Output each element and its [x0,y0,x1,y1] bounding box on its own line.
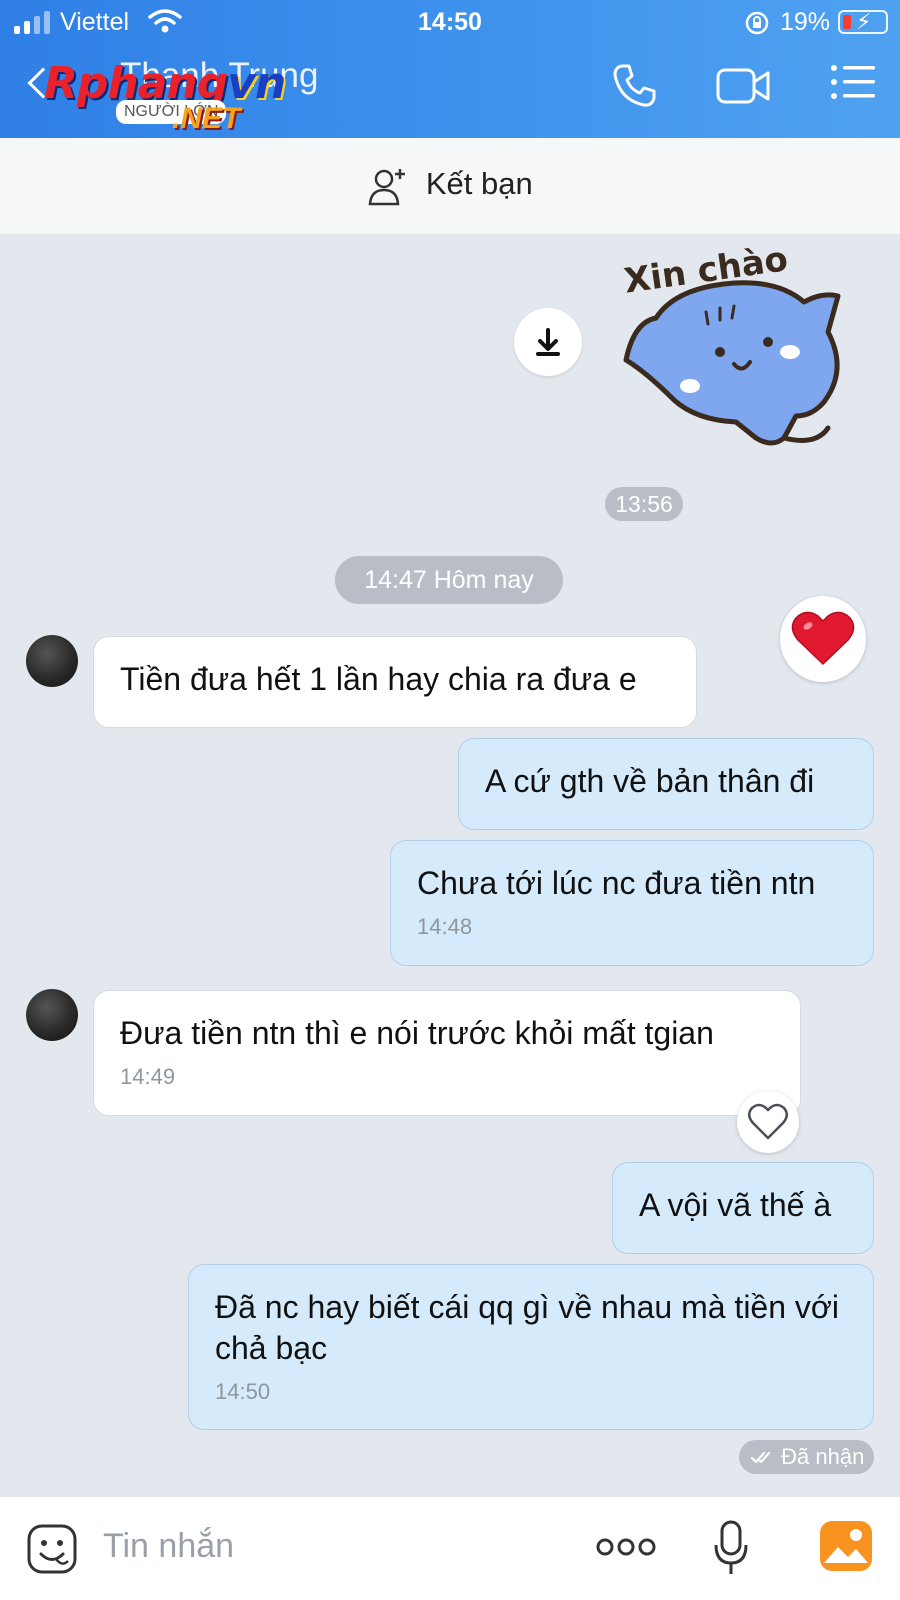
message-bubble-incoming[interactable]: Tiền đưa hết 1 lần hay chia ra đưa e [93,636,697,728]
add-friend-icon [367,166,426,206]
message-input[interactable]: Tin nhắn [103,1527,234,1566]
sticker-timestamp: 13:56 [605,487,683,521]
message-time: 14:48 [417,914,473,939]
double-check-icon [750,1444,781,1469]
message-text: Chưa tới lúc nc đưa tiền ntn [417,865,816,901]
message-text: A vội vã thế à [639,1187,832,1223]
download-button[interactable] [514,308,582,376]
message-text: Tiền đưa hết 1 lần hay chia ra đưa e [120,661,637,697]
message-bubble-outgoing[interactable]: A cứ gth về bản thân đi [458,738,874,830]
phone-icon[interactable] [610,62,658,115]
more-options-icon[interactable] [596,1535,656,1564]
date-separator: 14:47 Hôm nay [335,556,563,604]
message-time: 14:50 [215,1379,271,1404]
delivery-status-label: Đã nhận [781,1444,865,1469]
message-bubble-outgoing[interactable]: A vội vã thế à [612,1162,874,1254]
menu-list-icon[interactable] [830,62,876,107]
rotation-lock-icon [744,10,770,43]
battery-percent: 19% [779,8,830,36]
heart-icon [791,611,855,666]
download-icon [536,328,560,356]
delivery-status: Đã nhận [739,1440,874,1474]
microphone-icon[interactable] [713,1519,749,1582]
video-call-icon[interactable] [715,62,771,115]
reaction-button[interactable] [737,1091,799,1153]
add-friend-bar[interactable]: Kết bạn [0,138,900,234]
status-bar: Viettel 14:50 19% ⚡ [0,0,900,46]
message-text: Đã nc hay biết cái qq gì về nhau mà tiền… [215,1289,839,1366]
message-time: 14:49 [120,1064,176,1089]
image-gallery-icon[interactable] [818,1519,874,1578]
add-friend-label: Kết bạn [425,166,533,202]
message-bubble-incoming[interactable]: Đưa tiền ntn thì e nói trước khỏi mất tg… [93,990,801,1116]
battery-icon: ⚡ [838,9,888,34]
sticker-message[interactable]: Xin chào [616,232,876,462]
avatar[interactable] [26,635,78,687]
reaction-badge[interactable] [780,596,866,682]
chat-header: Viettel 14:50 19% ⚡ Thanh Trung Rphangvn… [0,0,900,138]
heart-outline-icon [748,1103,788,1140]
avatar[interactable] [26,989,78,1041]
message-bubble-outgoing[interactable]: Chưa tới lúc nc đưa tiền ntn 14:48 [390,840,874,966]
sticker-emoji-icon[interactable] [26,1523,78,1580]
message-bubble-outgoing[interactable]: Đã nc hay biết cái qq gì về nhau mà tiền… [188,1264,874,1430]
watermark-logo: Rphangvn NGƯỜI LỚN .NET [44,58,286,135]
message-composer: Tin nhắn [0,1496,900,1600]
message-text: A cứ gth về bản thân đi [485,763,815,799]
message-text: Đưa tiền ntn thì e nói trước khỏi mất tg… [120,1015,714,1051]
